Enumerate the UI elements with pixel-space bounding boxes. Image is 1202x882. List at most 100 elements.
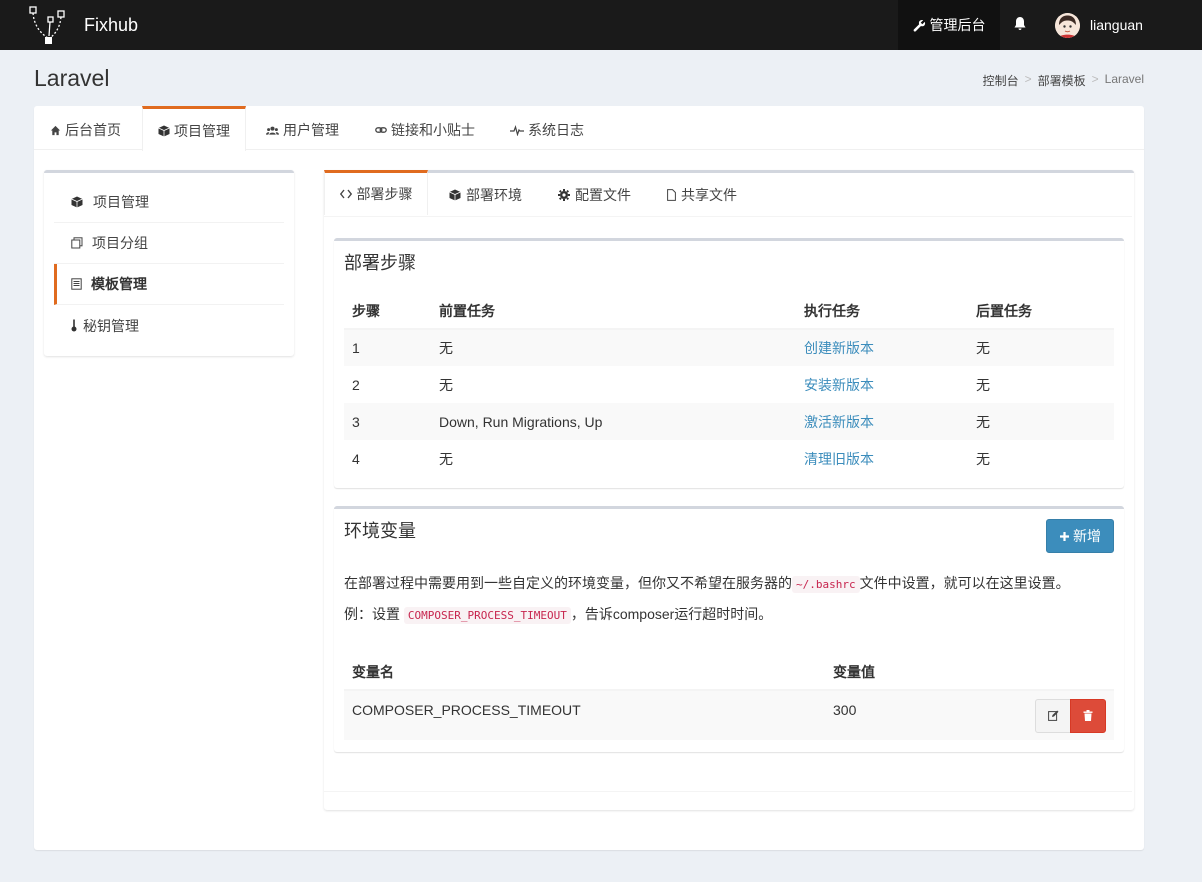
composer-timeout-code: COMPOSER_PROCESS_TIMEOUT	[403, 607, 571, 624]
after-task: 无	[968, 329, 1114, 366]
code-icon	[339, 189, 352, 199]
cube-icon	[158, 125, 170, 137]
top-navbar: Fixhub 管理后台 lianguan	[0, 0, 1202, 50]
panel-divider	[324, 791, 1132, 792]
after-task: 无	[976, 450, 990, 467]
user-avatar[interactable]	[1055, 13, 1080, 38]
table-row: 2 无 安装新版本 无	[344, 366, 1114, 403]
tab-users[interactable]: 用户管理	[266, 106, 339, 150]
link-icon	[375, 127, 387, 133]
plus-icon	[1060, 531, 1069, 541]
breadcrumb-item-dashboard[interactable]: 控制台	[983, 72, 1019, 89]
sidebar-item-projects[interactable]: 项目管理	[54, 182, 284, 223]
tab-environments[interactable]: 部署环境	[449, 173, 522, 217]
column-header: 前置任务	[431, 293, 796, 330]
content-panel: 部署步骤 部署环境 配置文件 共享文件 部署步骤 步骤 前置任务 执行任务 后置…	[324, 170, 1134, 810]
tab-dashboard[interactable]: 后台首页	[50, 106, 121, 150]
tab-projects-label: 项目管理	[174, 123, 230, 139]
tab-config-files-label: 配置文件	[575, 187, 631, 203]
home-icon	[50, 125, 61, 135]
users-icon	[266, 126, 279, 135]
table-row: 3 Down, Run Migrations, Up 激活新版本 无	[344, 403, 1114, 440]
column-header: 执行任务	[796, 293, 968, 330]
breadcrumb-item-current: Laravel	[1104, 72, 1144, 86]
cube-icon	[449, 189, 461, 201]
tab-shared-files-label: 共享文件	[681, 187, 737, 203]
column-header: 变量名	[344, 654, 825, 691]
before-task: 无	[431, 329, 796, 366]
admin-panel-link[interactable]: 管理后台	[898, 0, 1000, 50]
before-task: Down, Run Migrations, Up	[431, 403, 796, 440]
sidebar: 项目管理 项目分组 模板管理 秘钥管理	[44, 170, 294, 356]
table-row: 1 无 创建新版本 无	[344, 329, 1114, 366]
breadcrumb-item-templates[interactable]: 部署模板	[1038, 72, 1086, 89]
env-vars-table: 变量名 变量值 COMPOSER_PROCESS_TIMEOUT 300	[344, 654, 1114, 740]
tab-deploy-steps[interactable]: 部署步骤	[324, 170, 428, 215]
example-text: ，告诉composer运行超时时间。	[570, 606, 773, 622]
tab-deploy-steps-label: 部署步骤	[356, 186, 413, 202]
trash-icon	[1083, 710, 1093, 721]
table-row: COMPOSER_PROCESS_TIMEOUT 300	[344, 690, 1114, 740]
action-link[interactable]: 激活新版本	[804, 414, 874, 430]
column-header: 变量值	[825, 654, 1025, 691]
file-text-icon	[71, 278, 82, 290]
template-tabs: 部署步骤 部署环境 配置文件 共享文件	[324, 170, 1132, 217]
add-env-var-button[interactable]: 新增	[1046, 519, 1114, 553]
brand-name[interactable]: Fixhub	[84, 15, 138, 36]
table-header-row: 变量名 变量值	[344, 654, 1114, 691]
description-text: 在部署过程中需要用到一些自定义的环境变量，但你又不希望在服务器的	[344, 575, 792, 591]
edit-env-var-button[interactable]	[1035, 698, 1071, 733]
step-number: 2	[352, 376, 360, 393]
sidebar-item-groups[interactable]: 项目分组	[54, 223, 284, 264]
avatar-face-icon	[1055, 13, 1080, 38]
tab-projects[interactable]: 项目管理	[142, 106, 246, 151]
after-task: 无	[976, 376, 990, 393]
env-var-value: 300	[825, 690, 1025, 740]
file-icon	[667, 189, 676, 201]
tab-logs[interactable]: 系统日志	[510, 106, 584, 150]
tab-dashboard-label: 后台首页	[65, 122, 121, 138]
sidebar-item-templates[interactable]: 模板管理	[54, 264, 284, 305]
step-number: 1	[344, 329, 431, 366]
description-text: 文件中设置，就可以在这里设置。	[859, 575, 1070, 591]
action-link[interactable]: 创建新版本	[804, 340, 874, 356]
tab-links[interactable]: 链接和小贴士	[375, 106, 475, 150]
sidebar-item-label: 秘钥管理	[83, 317, 139, 334]
main-card: 后台首页 项目管理 用户管理 链接和小贴士 系统日志 项目管理 项目分组 模板管…	[34, 106, 1144, 850]
breadcrumb: 控制台 > 部署模板 > Laravel	[983, 72, 1144, 89]
env-var-name: COMPOSER_PROCESS_TIMEOUT	[344, 690, 825, 740]
edit-icon	[1047, 710, 1058, 721]
main-tabs: 后台首页 项目管理 用户管理 链接和小贴士 系统日志	[34, 106, 1144, 151]
delete-env-var-button[interactable]	[1070, 698, 1106, 733]
deploy-steps-box: 部署步骤 步骤 前置任务 执行任务 后置任务 1 无 创建新版本 无 2 无 安…	[334, 238, 1124, 488]
admin-panel-label: 管理后台	[929, 17, 986, 33]
page-title: Laravel	[34, 65, 110, 91]
column-header: 后置任务	[968, 293, 1114, 330]
after-task: 无	[968, 403, 1114, 440]
wrench-icon	[913, 19, 925, 32]
cog-icon	[558, 189, 570, 201]
bashrc-code: ~/.bashrc	[792, 576, 860, 593]
env-vars-example: 例：设置 COMPOSER_PROCESS_TIMEOUT ，告诉composer…	[344, 604, 772, 624]
table-row: 4 无 清理旧版本 无	[344, 440, 1114, 477]
cube-icon	[71, 196, 83, 208]
deploy-steps-table: 步骤 前置任务 执行任务 后置任务 1 无 创建新版本 无 2 无 安装新版本 …	[344, 293, 1114, 477]
column-header-actions	[1025, 654, 1114, 691]
table-header-row: 步骤 前置任务 执行任务 后置任务	[344, 293, 1114, 330]
sidebar-item-keys[interactable]: 秘钥管理	[54, 305, 284, 346]
tab-shared-files[interactable]: 共享文件	[667, 173, 737, 217]
fixhub-logo-icon[interactable]	[28, 5, 70, 45]
step-number: 3	[344, 403, 431, 440]
sidebar-item-label: 项目管理	[93, 194, 149, 210]
action-link[interactable]: 清理旧版本	[804, 451, 874, 467]
tab-logs-label: 系统日志	[528, 122, 584, 138]
username[interactable]: lianguan	[1090, 17, 1143, 33]
tab-environments-label: 部署环境	[466, 187, 522, 203]
example-text: 例：设置	[344, 606, 400, 622]
action-link[interactable]: 安装新版本	[804, 377, 874, 393]
env-vars-title: 环境变量	[344, 521, 416, 541]
bell-icon[interactable]	[1012, 15, 1028, 33]
breadcrumb-separator: >	[1024, 72, 1032, 86]
tab-config-files[interactable]: 配置文件	[558, 173, 631, 217]
sidebar-item-label: 模板管理	[91, 276, 147, 292]
